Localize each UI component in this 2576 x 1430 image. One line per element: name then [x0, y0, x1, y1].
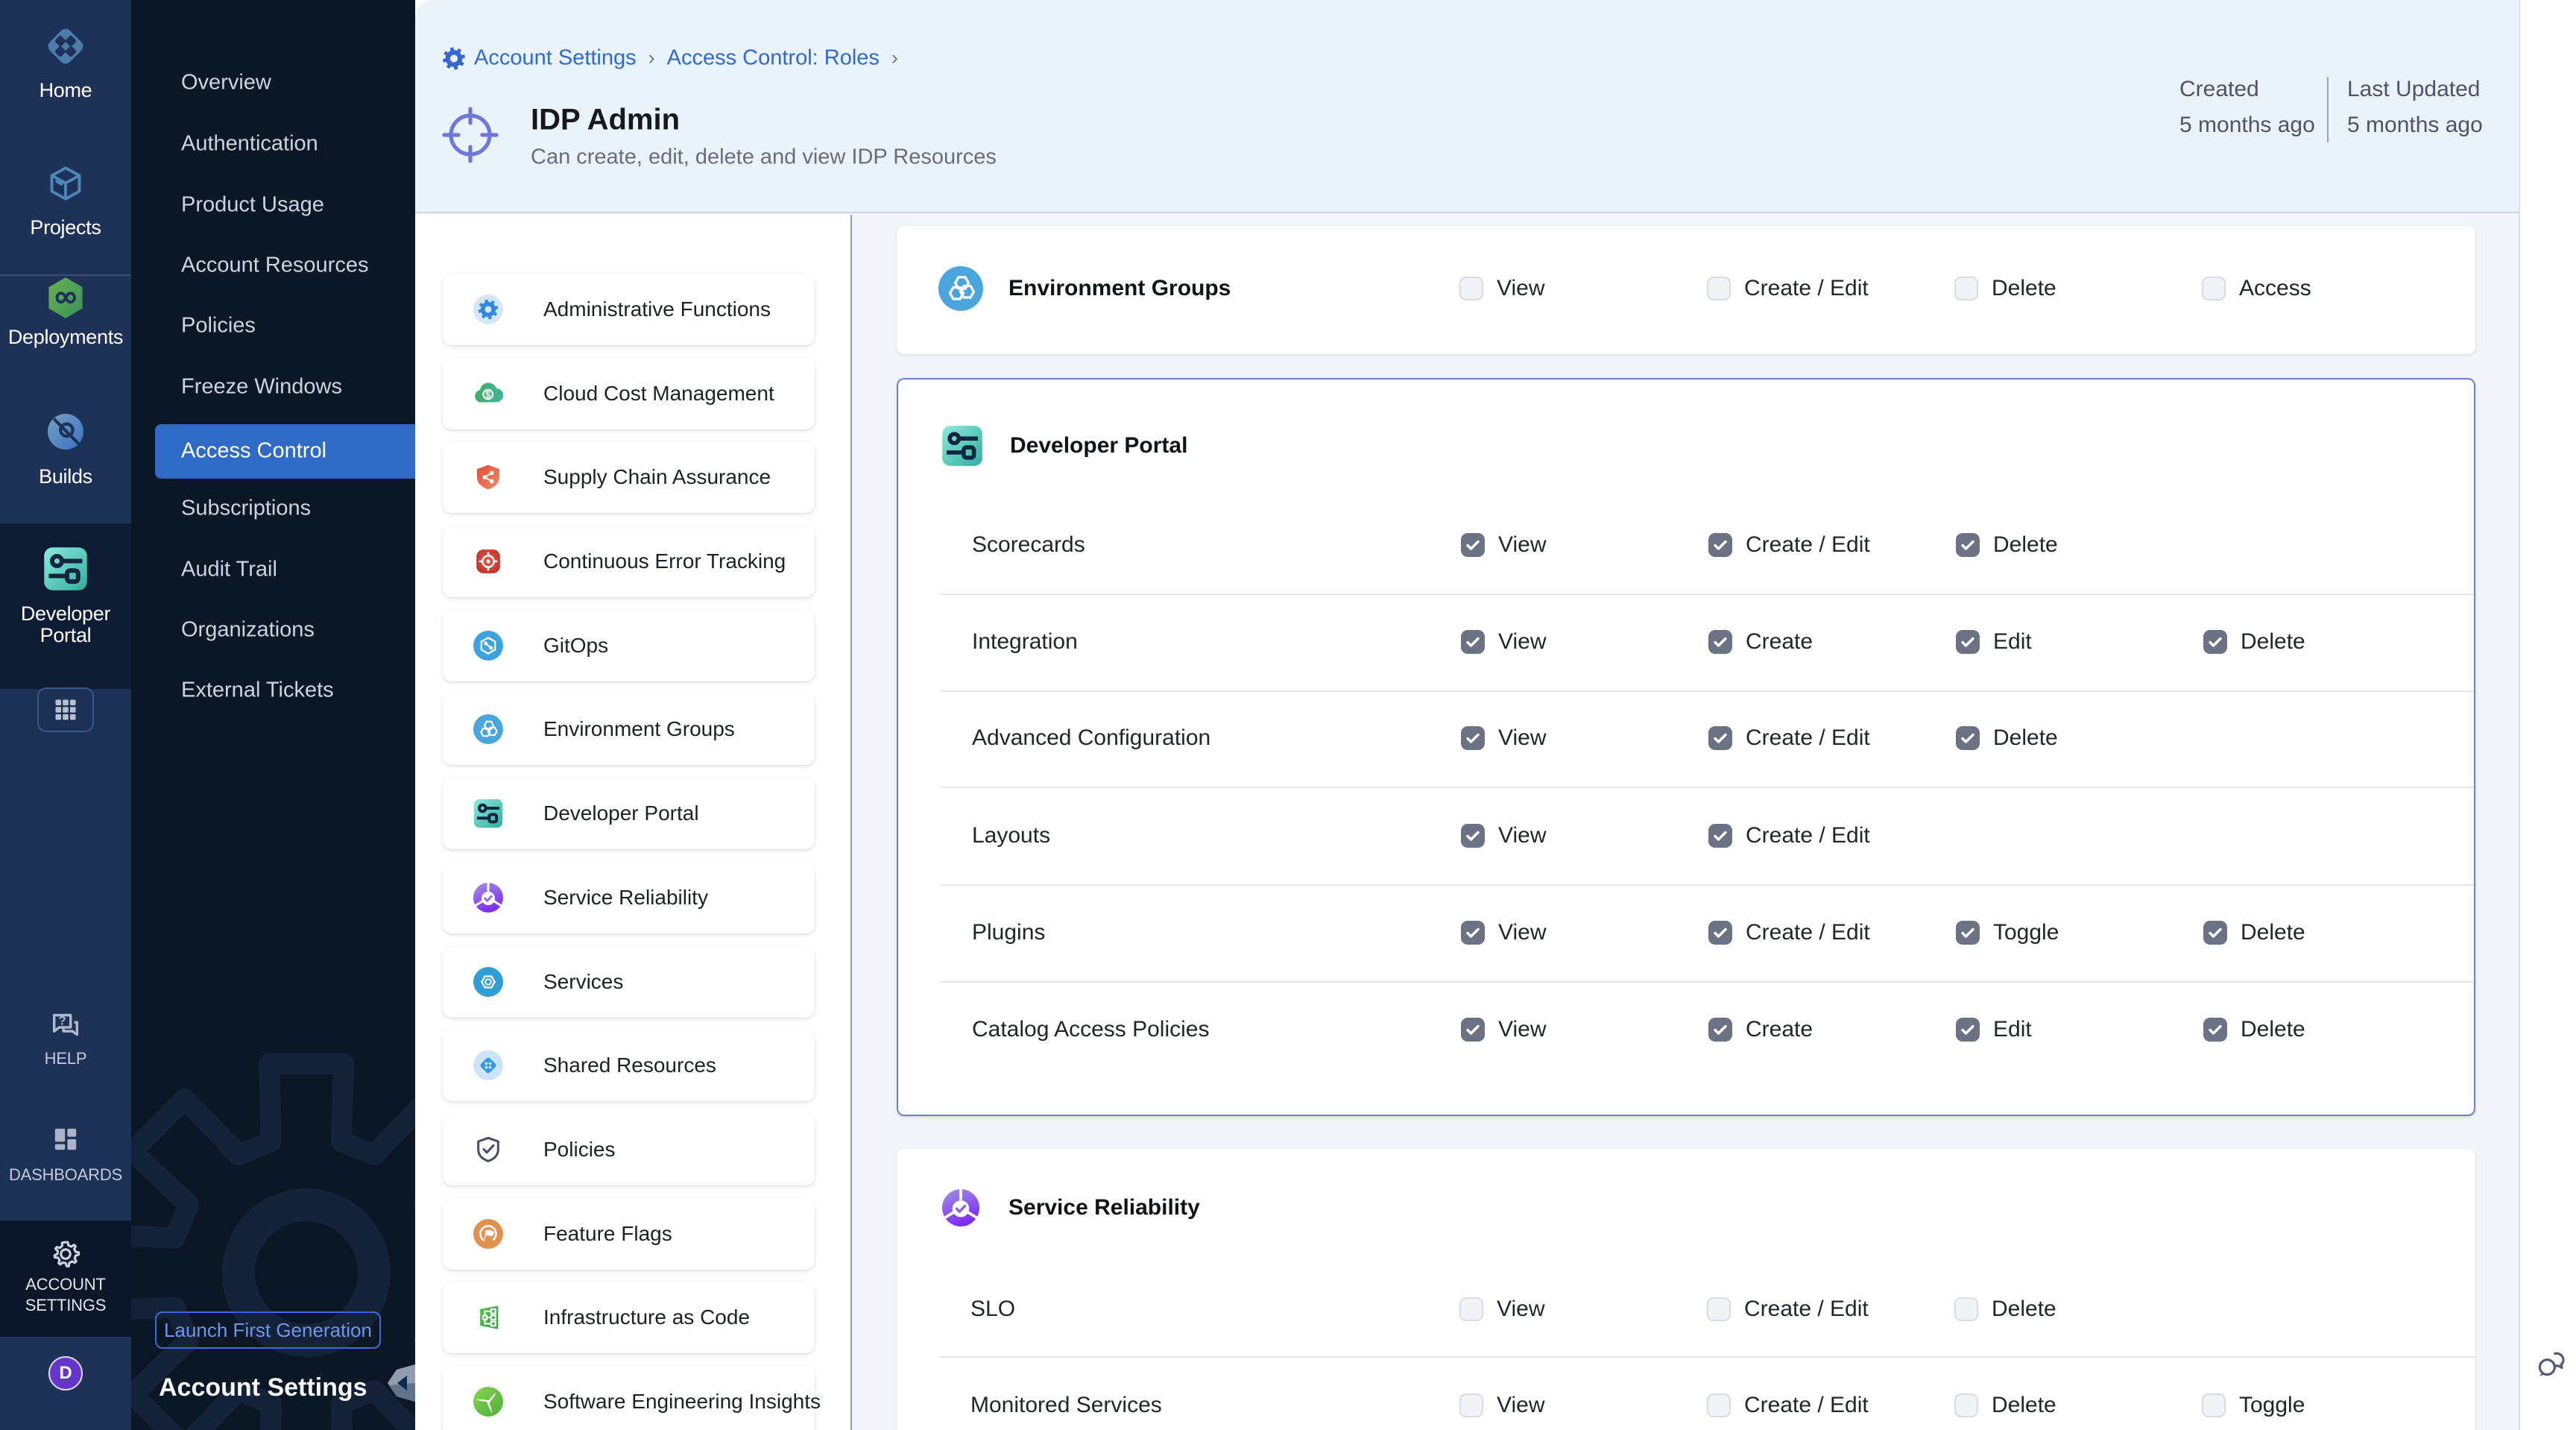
svg-text:$: $ [485, 390, 490, 400]
svg-text:?: ? [59, 1015, 66, 1028]
